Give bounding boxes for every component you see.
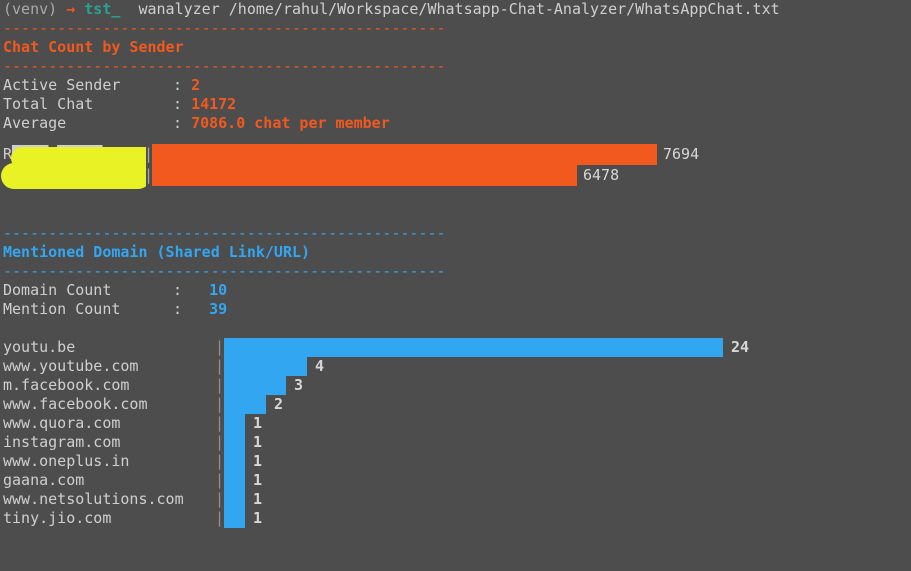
domain-bar-value: 3 bbox=[294, 376, 304, 394]
axis-pipe: | bbox=[215, 376, 225, 394]
stat-row-domain-count: Domain Count: 10 bbox=[0, 281, 911, 300]
chart-chat-count-by-sender: R████ █████ | 7694 A██████████ | 6478 bbox=[0, 144, 911, 186]
sender-name-label: A██████████ bbox=[3, 166, 103, 184]
rule-top-blue: ----------------------------------------… bbox=[3, 224, 446, 242]
domain-bar-value: 1 bbox=[253, 490, 263, 508]
axis-pipe: | bbox=[215, 414, 225, 432]
domain-bar bbox=[224, 338, 723, 357]
command-text: wanalyzer /home/rahul/Workspace/Whatsapp… bbox=[138, 0, 780, 18]
rule-top-orange: ----------------------------------------… bbox=[3, 19, 446, 37]
axis-pipe: | bbox=[215, 338, 225, 356]
axis-pipe: | bbox=[215, 490, 225, 508]
domain-name-label: www.quora.com bbox=[3, 414, 121, 432]
stat-label: Mention Count bbox=[3, 300, 121, 318]
prompt-arrow-icon: → bbox=[66, 0, 76, 18]
domain-bar-row: youtu.be | 24 bbox=[0, 338, 911, 357]
domain-bar-value: 4 bbox=[315, 357, 325, 375]
domain-bar-row: gaana.com | 1 bbox=[0, 471, 911, 490]
domain-name-label: gaana.com bbox=[3, 471, 85, 489]
domain-bar bbox=[224, 395, 266, 414]
domain-name-label: m.facebook.com bbox=[3, 376, 130, 394]
domain-name-label: www.youtube.com bbox=[3, 357, 139, 375]
stat-colon: : bbox=[173, 300, 183, 318]
stat-row-total-chat: Total Chat: 14172 bbox=[0, 95, 911, 114]
stat-label: Active Sender bbox=[3, 76, 121, 94]
stat-label: Total Chat bbox=[3, 95, 94, 113]
domain-bar-value: 1 bbox=[253, 471, 263, 489]
domain-bar-row: instagram.com | 1 bbox=[0, 433, 911, 452]
domain-bar-value: 1 bbox=[253, 452, 263, 470]
axis-pipe: | bbox=[215, 471, 225, 489]
domain-bar bbox=[224, 376, 286, 395]
sender-bar bbox=[152, 165, 577, 186]
axis-pipe: | bbox=[215, 452, 225, 470]
prompt-host: tst_ bbox=[84, 0, 121, 18]
axis-pipe: | bbox=[215, 357, 225, 375]
domain-name-label: youtu.be bbox=[3, 338, 76, 356]
domain-bar-row: m.facebook.com | 3 bbox=[0, 376, 911, 395]
domain-bar bbox=[224, 433, 245, 452]
axis-pipe: | bbox=[215, 395, 225, 413]
domain-bar-row: www.youtube.com | 4 bbox=[0, 357, 911, 376]
axis-pipe: | bbox=[215, 433, 225, 451]
domain-bar-value: 1 bbox=[253, 433, 263, 451]
sender-bar bbox=[152, 144, 657, 165]
axis-pipe: | bbox=[215, 509, 225, 527]
rule-bottom-orange: ----------------------------------------… bbox=[3, 57, 446, 75]
domain-bar-value: 1 bbox=[253, 509, 263, 527]
stat-value: 7086.0 chat per member bbox=[191, 114, 390, 132]
domain-name-label: www.oneplus.in bbox=[3, 452, 130, 470]
stat-colon: : bbox=[173, 281, 183, 299]
sender-name-label: R████ █████ bbox=[3, 145, 103, 163]
stat-row-average: Average: 7086.0 chat per member bbox=[0, 114, 911, 133]
venv-indicator: (venv) bbox=[3, 0, 58, 18]
stat-row-mention-count: Mention Count: 39 bbox=[0, 300, 911, 319]
domain-bar bbox=[224, 490, 245, 509]
sender-bar-value: 7694 bbox=[663, 145, 700, 163]
stat-label: Domain Count bbox=[3, 281, 112, 299]
domain-bar-row: www.quora.com | 1 bbox=[0, 414, 911, 433]
stat-label: Average bbox=[3, 114, 67, 132]
domain-name-label: tiny.jio.com bbox=[3, 509, 112, 527]
stat-value: 39 bbox=[209, 300, 228, 318]
stat-row-active-sender: Active Sender: 2 bbox=[0, 76, 911, 95]
domain-bar bbox=[224, 414, 245, 433]
prompt-line: (venv) → tst_ wanalyzer /home/rahul/Work… bbox=[0, 0, 911, 19]
domain-bar-row: www.netsolutions.com | 1 bbox=[0, 490, 911, 509]
domain-name-label: www.facebook.com bbox=[3, 395, 148, 413]
domain-bar bbox=[224, 452, 245, 471]
domain-bar bbox=[224, 357, 307, 376]
domain-bar-value: 24 bbox=[731, 338, 750, 356]
domain-bar-row: tiny.jio.com | 1 bbox=[0, 509, 911, 528]
sender-bar-value: 6478 bbox=[583, 166, 620, 184]
domain-bar-value: 1 bbox=[253, 414, 263, 432]
stat-colon: : bbox=[173, 95, 183, 113]
terminal-window: (venv) → tst_ wanalyzer /home/rahul/Work… bbox=[0, 0, 911, 571]
domain-bar-row: www.facebook.com | 2 bbox=[0, 395, 911, 414]
stat-colon: : bbox=[173, 76, 183, 94]
domain-bar bbox=[224, 471, 245, 490]
sender-bar-row: R████ █████ | 7694 bbox=[0, 144, 911, 165]
stat-colon: : bbox=[173, 114, 183, 132]
rule-bottom-blue: ----------------------------------------… bbox=[3, 262, 446, 280]
domain-bar bbox=[224, 509, 245, 528]
stat-value: 14172 bbox=[191, 95, 237, 113]
domain-bar-row: www.oneplus.in | 1 bbox=[0, 452, 911, 471]
chart-mentioned-domain: youtu.be | 24 www.youtube.com | 4 m.facebook.c… bbox=[0, 338, 911, 528]
section-heading-sender: Chat Count by Sender bbox=[3, 38, 184, 56]
domain-name-label: instagram.com bbox=[3, 433, 121, 451]
domain-name-label: www.netsolutions.com bbox=[3, 490, 184, 508]
domain-bar-value: 2 bbox=[274, 395, 284, 413]
sender-bar-row: A██████████ | 6478 bbox=[0, 165, 911, 186]
stat-value: 2 bbox=[191, 76, 201, 94]
section-heading-domain: Mentioned Domain (Shared Link/URL) bbox=[3, 243, 311, 261]
stat-value: 10 bbox=[209, 281, 228, 299]
